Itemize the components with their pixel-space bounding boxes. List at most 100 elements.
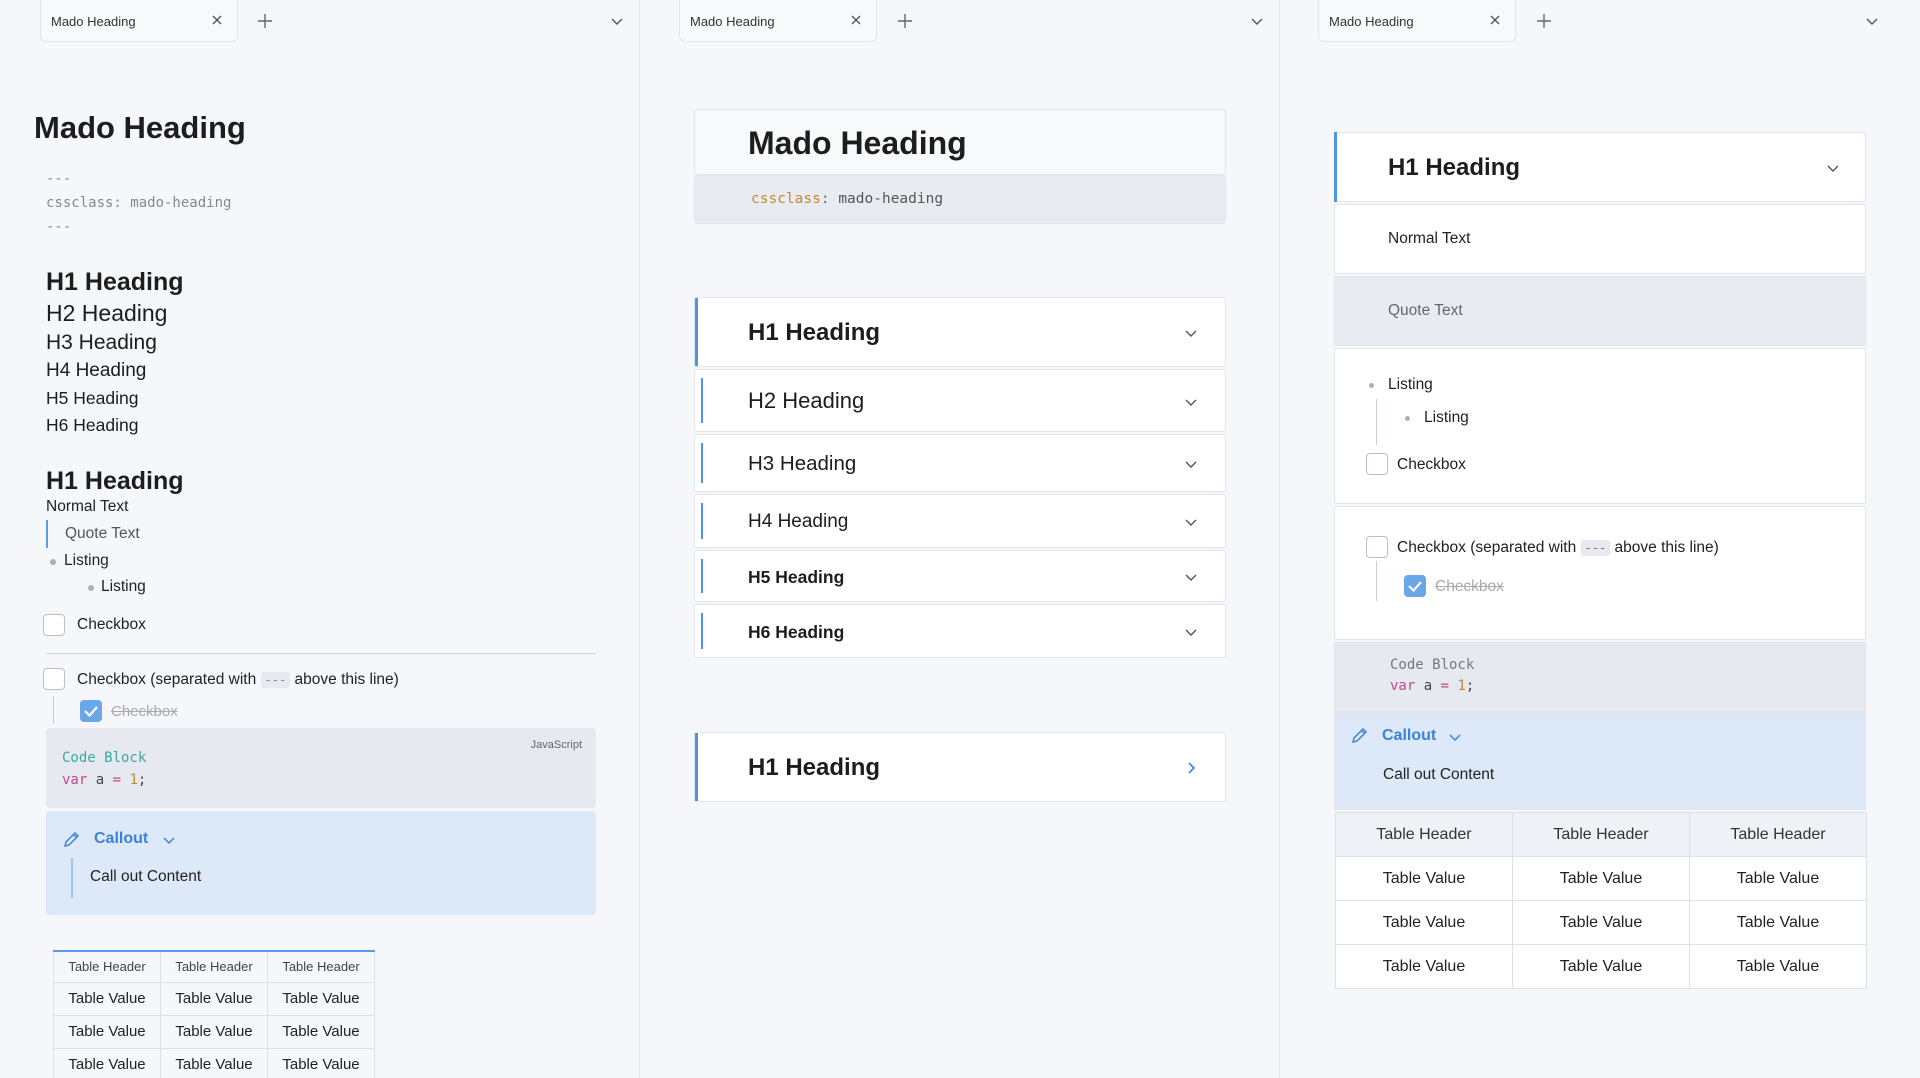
heading-card-h1[interactable]: H1 Heading bbox=[694, 297, 1226, 367]
tab-label: Mado Heading bbox=[51, 14, 136, 29]
checkbox-checked[interactable] bbox=[1404, 575, 1426, 597]
code-block[interactable]: Code Block var a = 1; bbox=[1334, 642, 1866, 712]
code-number: 1 bbox=[1449, 678, 1466, 694]
heading-h1: H1 Heading bbox=[46, 268, 184, 296]
checkbox-separated-label: Checkbox (separated with --- above this … bbox=[77, 671, 399, 689]
callout[interactable]: Callout Call out Content bbox=[1334, 712, 1866, 810]
list-item: Listing bbox=[64, 552, 109, 569]
heading-h2: H2 Heading bbox=[46, 300, 168, 326]
list-item: Listing bbox=[1388, 376, 1433, 393]
list-item-nested: Listing bbox=[1424, 409, 1469, 426]
checkbox-label: Checkbox bbox=[1397, 456, 1466, 473]
table-row: Table Value Table Value Table Value bbox=[1335, 944, 1867, 989]
heading-card-h1[interactable]: H1 Heading bbox=[1334, 132, 1866, 202]
chevron-down-icon[interactable] bbox=[161, 832, 177, 848]
table-row: Table Value Table Value Table Value bbox=[53, 1047, 375, 1078]
list-block[interactable]: Listing Listing Checkbox bbox=[1334, 348, 1866, 504]
heading-card-h6[interactable]: H6 Heading bbox=[694, 604, 1226, 658]
inline-title: Mado Heading bbox=[748, 125, 967, 161]
close-icon[interactable] bbox=[1487, 12, 1503, 28]
chevron-down-icon[interactable] bbox=[1183, 514, 1199, 530]
chevron-down-icon[interactable] bbox=[1864, 13, 1880, 29]
code-name: a bbox=[87, 772, 113, 788]
checkbox-checked[interactable] bbox=[80, 700, 102, 722]
heading-accent-bar bbox=[701, 613, 703, 649]
table-row: Table Value Table Value Table Value bbox=[53, 1014, 375, 1049]
quote-text: Quote Text bbox=[1388, 302, 1463, 319]
callout[interactable]: Callout Call out Content bbox=[46, 811, 596, 915]
tab-mado-heading[interactable]: Mado Heading bbox=[40, 0, 238, 42]
heading-h1: H1 Heading bbox=[748, 319, 881, 346]
chevron-down-icon[interactable] bbox=[1183, 456, 1199, 472]
chevron-down-icon[interactable] bbox=[1183, 624, 1199, 640]
heading-accent-bar bbox=[695, 298, 698, 366]
table[interactable]: Table Header Table Header Table Header T… bbox=[1335, 812, 1867, 989]
table-cell: Table Value bbox=[53, 1014, 161, 1049]
new-tab-plus-icon[interactable] bbox=[1535, 12, 1553, 30]
new-tab-plus-icon[interactable] bbox=[256, 12, 274, 30]
editor-pane-headings: Mado Heading Mado Heading cssclass: mado… bbox=[640, 0, 1280, 1078]
code-operator: = bbox=[112, 772, 122, 788]
indent-guide bbox=[1376, 399, 1377, 445]
table-header: Table Header bbox=[160, 950, 268, 983]
table-cell: Table Value bbox=[267, 1047, 375, 1078]
checkbox-separated-before: Checkbox (separated with bbox=[77, 671, 257, 688]
checkbox[interactable] bbox=[43, 614, 65, 636]
chevron-down-icon[interactable] bbox=[1825, 160, 1841, 176]
table-cell: Table Value bbox=[53, 981, 161, 1016]
heading-h2: H2 Heading bbox=[748, 388, 865, 413]
checkbox-label: Checkbox bbox=[77, 616, 146, 633]
heading-h6: H6 Heading bbox=[748, 622, 845, 642]
properties-card[interactable]: cssclass: mado-heading bbox=[694, 175, 1226, 224]
new-tab-plus-icon[interactable] bbox=[896, 12, 914, 30]
heading-card-h2[interactable]: H2 Heading bbox=[694, 369, 1226, 432]
table-cell: Table Value bbox=[160, 981, 268, 1016]
paragraph-block[interactable]: Normal Text bbox=[1334, 204, 1866, 274]
heading-card-h3[interactable]: H3 Heading bbox=[694, 434, 1226, 492]
task-block[interactable]: Checkbox (separated with --- above this … bbox=[1334, 506, 1866, 640]
chevron-down-icon[interactable] bbox=[1183, 569, 1199, 585]
chevron-down-icon[interactable] bbox=[609, 13, 625, 29]
frontmatter-line: cssclass: mado-heading bbox=[46, 195, 232, 211]
pencil-icon bbox=[62, 829, 82, 849]
heading-h3: H3 Heading bbox=[46, 331, 157, 354]
checkbox-separated-after: above this line) bbox=[294, 671, 399, 688]
normal-text: Normal Text bbox=[1388, 230, 1471, 247]
table-cell: Table Value bbox=[1512, 944, 1690, 989]
table-header: Table Header bbox=[1512, 812, 1690, 857]
table-header-row: Table Header Table Header Table Header bbox=[53, 950, 375, 983]
tab-mado-heading[interactable]: Mado Heading bbox=[1318, 0, 1516, 42]
heading-card-h1-collapsed[interactable]: H1 Heading bbox=[694, 732, 1226, 802]
table-header: Table Header bbox=[1335, 812, 1513, 857]
close-icon[interactable] bbox=[848, 12, 864, 28]
heading-card-h5[interactable]: H5 Heading bbox=[694, 550, 1226, 602]
editor-pane-source: Mado Heading Mado Heading --- cssclass: … bbox=[0, 0, 640, 1078]
tab-bar: Mado Heading bbox=[640, 0, 1279, 44]
chevron-down-icon[interactable] bbox=[1183, 325, 1199, 341]
code-block[interactable]: JavaScript Code Block var a = 1; bbox=[46, 728, 596, 808]
checkbox[interactable] bbox=[1366, 536, 1388, 558]
table-row: Table Value Table Value Table Value bbox=[1335, 856, 1867, 901]
chevron-right-icon[interactable] bbox=[1183, 760, 1199, 776]
table-cell: Table Value bbox=[1689, 856, 1867, 901]
title-card[interactable]: Mado Heading bbox=[694, 109, 1226, 175]
checkbox-checked-label: Checkbox bbox=[111, 703, 178, 720]
indent-guide bbox=[1376, 561, 1377, 601]
checkbox[interactable] bbox=[1366, 453, 1388, 475]
quote-text: Quote Text bbox=[65, 525, 140, 542]
chevron-down-icon[interactable] bbox=[1183, 394, 1199, 410]
inline-code: --- bbox=[260, 672, 291, 688]
close-icon[interactable] bbox=[209, 12, 225, 28]
table[interactable]: Table Header Table Header Table Header T… bbox=[53, 950, 375, 1078]
code-keyword: var bbox=[62, 772, 88, 788]
blockquote-block[interactable]: Quote Text bbox=[1334, 276, 1866, 346]
inline-title[interactable]: Mado Heading bbox=[34, 110, 246, 146]
heading-h3: H3 Heading bbox=[748, 452, 857, 475]
chevron-down-icon[interactable] bbox=[1249, 13, 1265, 29]
table-header: Table Header bbox=[53, 950, 161, 983]
chevron-down-icon[interactable] bbox=[1447, 729, 1463, 745]
checkbox[interactable] bbox=[43, 668, 65, 690]
heading-card-h4[interactable]: H4 Heading bbox=[694, 494, 1226, 548]
tab-mado-heading[interactable]: Mado Heading bbox=[679, 0, 877, 42]
editor-pane-preview: Mado Heading H1 Heading Normal Text Quot… bbox=[1280, 0, 1920, 1078]
